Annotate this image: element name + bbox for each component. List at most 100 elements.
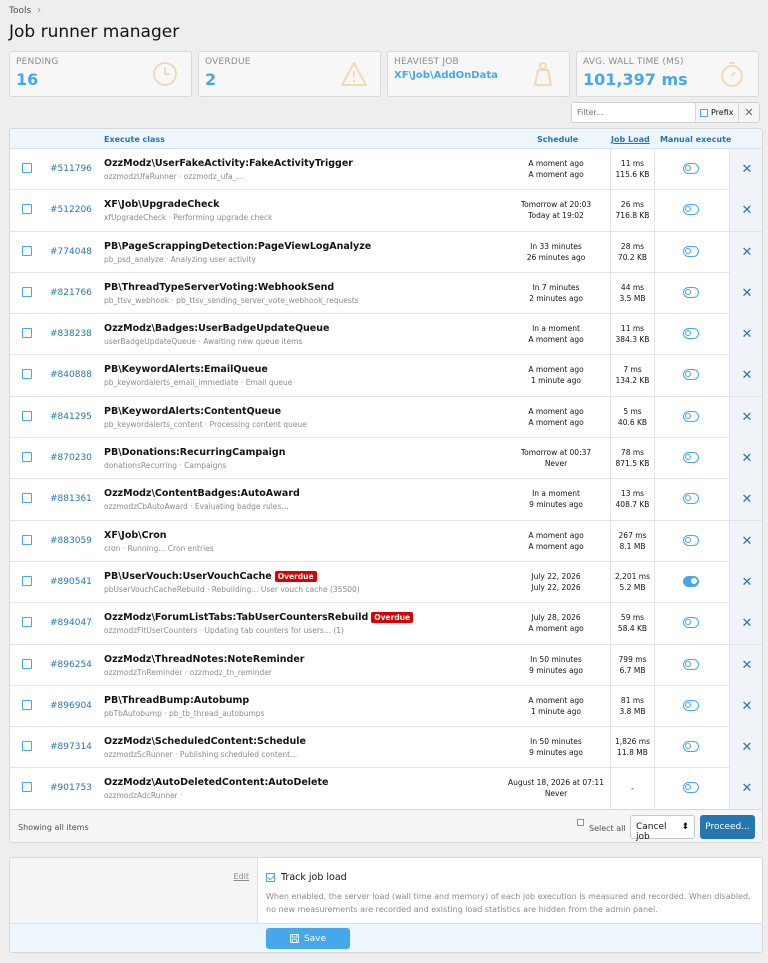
job-id-link[interactable]: #881361 <box>50 494 92 504</box>
next-run: In 33 minutes <box>530 241 582 251</box>
delete-job-button[interactable]: ✕ <box>729 561 762 603</box>
row-checkbox[interactable] <box>22 493 32 504</box>
job-description: pb_keywordalerts_email_immediate · Email… <box>104 378 293 388</box>
delete-job-button[interactable]: ✕ <box>729 314 762 356</box>
job-load: 13 ms 408.7 KB <box>610 479 654 521</box>
save-button[interactable]: Save <box>266 928 350 949</box>
job-id-link[interactable]: #511796 <box>50 164 92 174</box>
job-id-link[interactable]: #894047 <box>50 618 92 628</box>
track-job-load-explain: When enabled, the server load (wall time… <box>266 892 751 914</box>
manual-execute-toggle[interactable] <box>683 204 699 216</box>
delete-job-button[interactable]: ✕ <box>729 149 762 190</box>
manual-execute-toggle[interactable] <box>683 245 699 257</box>
track-job-load-checkbox[interactable] <box>266 873 275 882</box>
delete-job-button[interactable]: ✕ <box>729 396 762 438</box>
job-id-link[interactable]: #896904 <box>50 701 92 711</box>
prefix-toggle[interactable]: Prefix <box>696 103 739 122</box>
edit-link[interactable]: Edit <box>234 872 250 881</box>
bulk-action-select[interactable]: Cancel job ⬍ <box>630 815 695 842</box>
track-job-load-option[interactable]: Track job load <box>266 872 347 883</box>
delete-job-button[interactable]: ✕ <box>729 272 762 314</box>
job-id-link[interactable]: #838238 <box>50 329 92 339</box>
manual-execute-toggle[interactable] <box>683 493 699 505</box>
job-id-link[interactable]: #890541 <box>50 577 92 587</box>
delete-job-button[interactable]: ✕ <box>729 438 762 480</box>
manual-execute-toggle[interactable] <box>683 699 699 711</box>
row-checkbox[interactable] <box>22 741 32 752</box>
job-schedule: July 28, 2026 A moment ago <box>502 612 610 634</box>
manual-execute-toggle[interactable] <box>683 369 699 381</box>
column-divider <box>654 727 655 769</box>
row-checkbox[interactable] <box>22 575 32 586</box>
delete-job-button[interactable]: ✕ <box>729 603 762 645</box>
manual-execute-toggle[interactable] <box>683 163 699 174</box>
select-all[interactable]: Select all <box>577 819 626 833</box>
job-id-link[interactable]: #821766 <box>50 288 92 298</box>
prefix-checkbox[interactable] <box>700 108 708 117</box>
breadcrumb-tools-link[interactable]: Tools <box>9 6 31 16</box>
manual-execute-toggle[interactable] <box>683 410 699 422</box>
load-time: 78 ms <box>620 448 645 458</box>
job-id-link[interactable]: #840888 <box>50 370 92 380</box>
close-icon: ✕ <box>741 492 753 508</box>
delete-job-button[interactable]: ✕ <box>729 768 762 810</box>
manual-execute-toggle[interactable] <box>683 658 699 670</box>
next-run: A moment ago <box>528 406 584 416</box>
job-id-link[interactable]: #896254 <box>50 660 92 670</box>
filter-input[interactable] <box>572 103 696 122</box>
job-id-link[interactable]: #897314 <box>50 742 92 752</box>
last-run: 9 minutes ago <box>529 500 583 510</box>
row-checkbox[interactable] <box>22 617 32 628</box>
header-job-load-sort[interactable]: Job Load <box>611 135 650 144</box>
manual-execute-toggle[interactable] <box>683 575 699 587</box>
proceed-button[interactable]: Proceed... <box>700 815 755 839</box>
delete-job-button[interactable]: ✕ <box>729 190 762 232</box>
manual-execute-toggle[interactable] <box>683 286 699 298</box>
manual-execute-toggle[interactable] <box>683 741 699 753</box>
job-id-link[interactable]: #512206 <box>50 205 92 215</box>
row-checkbox[interactable] <box>22 782 32 793</box>
manual-execute-toggle[interactable] <box>683 452 699 464</box>
manual-execute-toggle[interactable] <box>683 328 699 340</box>
row-checkbox[interactable] <box>22 410 32 421</box>
load-time: 799 ms <box>618 654 647 664</box>
row-checkbox[interactable] <box>22 163 32 173</box>
filter-clear-button[interactable]: ✕ <box>739 103 759 122</box>
job-id-link[interactable]: #774048 <box>50 247 92 257</box>
row-checkbox[interactable] <box>22 286 32 297</box>
delete-job-button[interactable]: ✕ <box>729 231 762 273</box>
job-id-link[interactable]: #883059 <box>50 536 92 546</box>
bulk-action-value: Cancel job <box>636 822 667 842</box>
job-load: - <box>610 768 654 810</box>
delete-job-button[interactable]: ✕ <box>729 727 762 769</box>
row-checkbox[interactable] <box>22 204 32 215</box>
manual-execute-toggle[interactable] <box>683 617 699 629</box>
row-checkbox[interactable] <box>22 369 32 380</box>
delete-job-button[interactable]: ✕ <box>729 685 762 727</box>
table-header: Execute class Schedule Job Load Manual e… <box>10 129 762 149</box>
row-checkbox[interactable] <box>22 452 32 463</box>
job-load: 799 ms 6.7 MB <box>610 644 654 686</box>
delete-job-button[interactable]: ✕ <box>729 520 762 562</box>
row-checkbox[interactable] <box>22 658 32 669</box>
row-checkbox[interactable] <box>22 699 32 710</box>
manual-execute-toggle[interactable] <box>683 782 699 794</box>
table-body: #511796 OzzModz\UserFakeActivity:FakeActi… <box>10 149 762 810</box>
job-class: OzzModz\ThreadNotes:NoteReminder <box>104 654 304 665</box>
job-class-name: XF\Job\UpgradeCheck <box>104 199 220 211</box>
table-row: #881361 OzzModz\ContentBadges:AutoAward oz… <box>10 479 762 521</box>
job-id-link[interactable]: #901753 <box>50 783 92 793</box>
column-divider <box>654 396 655 438</box>
job-id-link[interactable]: #870230 <box>50 453 92 463</box>
manual-execute-toggle[interactable] <box>683 534 699 546</box>
delete-job-button[interactable]: ✕ <box>729 355 762 397</box>
job-id-link[interactable]: #841295 <box>50 412 92 422</box>
last-run: 1 minute ago <box>531 376 581 386</box>
delete-job-button[interactable]: ✕ <box>729 479 762 521</box>
row-checkbox[interactable] <box>22 328 32 339</box>
job-class-name: XF\Job\Cron <box>104 529 167 541</box>
row-checkbox[interactable] <box>22 245 32 256</box>
delete-job-button[interactable]: ✕ <box>729 644 762 686</box>
select-all-checkbox[interactable] <box>577 819 584 826</box>
row-checkbox[interactable] <box>22 534 32 545</box>
